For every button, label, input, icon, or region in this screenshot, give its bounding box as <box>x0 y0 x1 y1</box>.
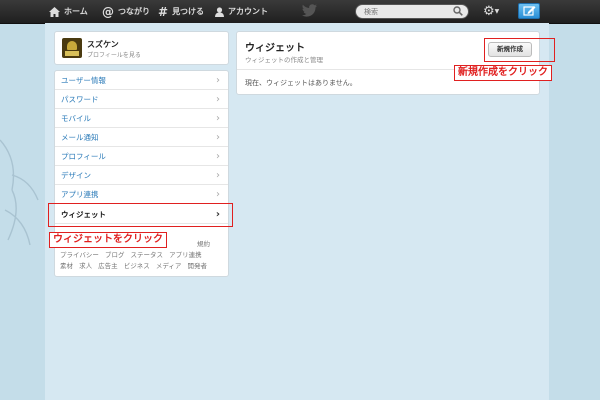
sidebar-item-label: アプリ連携 <box>61 190 99 199</box>
create-callout: 新規作成をクリック <box>454 65 552 81</box>
sidebar-item-mobile[interactable]: モバイル › <box>55 109 228 128</box>
chevron-right-icon: › <box>216 113 220 124</box>
footer-link[interactable]: メディア <box>156 262 182 270</box>
empty-state-message: 現在、ウィジェットはありません。 <box>245 79 357 87</box>
widget-callout: ウィジェットをクリック <box>49 232 167 248</box>
settings-menu[interactable]: ⚙▼ <box>483 4 503 19</box>
footer-link[interactable]: ステータス <box>131 251 164 259</box>
footer-link[interactable]: アプリ連携 <box>169 251 202 259</box>
search-input[interactable] <box>364 6 452 17</box>
sidebar-item-account[interactable]: ユーザー情報 › <box>55 71 228 90</box>
at-icon: @ <box>102 4 114 19</box>
sidebar-item-label: プロフィール <box>61 152 106 161</box>
home-icon <box>49 6 60 17</box>
sidebar-item-design[interactable]: デザイン › <box>55 166 228 185</box>
gear-icon: ⚙ <box>483 4 495 19</box>
footer-link[interactable]: ブログ <box>105 251 125 259</box>
sidebar-item-label: デザイン <box>61 171 91 180</box>
hashtag-icon: # <box>158 4 169 19</box>
nav-home[interactable]: ホーム <box>49 0 88 23</box>
nav-connect-label: つながり <box>118 7 150 16</box>
chevron-right-icon: › <box>216 94 220 105</box>
chevron-right-icon: › <box>216 132 220 143</box>
avatar[interactable] <box>62 38 82 58</box>
widget-highlight-box <box>48 203 233 227</box>
page-subtitle: ウィジェットの作成と管理 <box>245 56 323 64</box>
top-navigation-bar: ホーム @ つながり # 見つける アカウント ⚙▼ <box>0 0 600 24</box>
nav-discover[interactable]: # 見つける <box>158 0 204 23</box>
sidebar-item-email-notifications[interactable]: メール通知 › <box>55 128 228 147</box>
view-profile-link[interactable]: プロフィールを見る <box>87 50 141 59</box>
sidebar-item-label: パスワード <box>61 95 99 104</box>
nav-account-label: アカウント <box>228 7 268 16</box>
profile-name[interactable]: スズケン <box>87 39 119 50</box>
footer-link[interactable]: ビジネス <box>124 262 150 270</box>
footer-link[interactable]: 開発者 <box>187 262 207 270</box>
sidebar-item-label: モバイル <box>61 114 91 123</box>
footer-link[interactable]: 規約 <box>197 240 210 248</box>
footer-link[interactable]: 素材 <box>60 262 73 270</box>
nav-account[interactable]: アカウント <box>215 0 268 23</box>
background-tree-decoration <box>0 139 39 246</box>
chevron-right-icon: › <box>216 151 220 162</box>
sidebar-item-label: ユーザー情報 <box>61 76 106 85</box>
chevron-right-icon: › <box>216 170 220 181</box>
footer-link[interactable]: 求人 <box>79 262 92 270</box>
sidebar-item-profile[interactable]: プロフィール › <box>55 147 228 166</box>
nav-discover-label: 見つける <box>172 7 205 16</box>
profile-card[interactable]: スズケン プロフィールを見る <box>54 31 229 65</box>
compose-tweet-button[interactable] <box>518 3 540 19</box>
chevron-down-icon: ▼ <box>494 8 500 15</box>
sidebar-item-apps[interactable]: アプリ連携 › <box>55 185 228 204</box>
nav-connect[interactable]: @ つながり <box>102 0 150 23</box>
search-icon[interactable] <box>453 6 463 16</box>
twitter-bird-icon[interactable] <box>302 4 317 17</box>
compose-icon <box>523 6 536 16</box>
sidebar-item-label: メール通知 <box>61 133 99 142</box>
sidebar-item-password[interactable]: パスワード › <box>55 90 228 109</box>
page-title: ウィジェット <box>245 43 305 54</box>
create-button-highlight-box <box>484 38 555 62</box>
nav-home-label: ホーム <box>64 7 88 16</box>
person-icon <box>215 6 224 17</box>
footer-link[interactable]: 広告主 <box>98 262 118 270</box>
search-box[interactable] <box>355 4 469 19</box>
chevron-right-icon: › <box>216 189 220 200</box>
footer-link[interactable]: プライバシー <box>60 251 99 259</box>
chevron-right-icon: › <box>216 75 220 86</box>
